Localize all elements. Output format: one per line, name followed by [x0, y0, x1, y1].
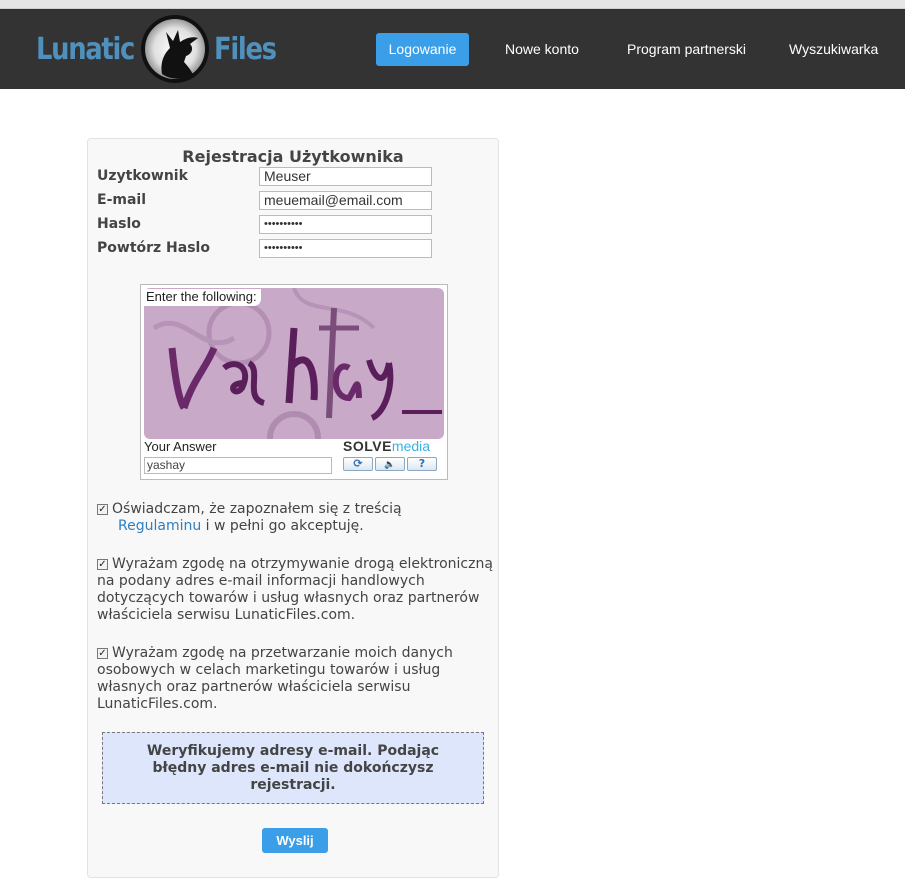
captcha-image	[144, 288, 444, 439]
nav-login-button[interactable]: Logowanie	[376, 33, 469, 66]
navbar: Lunatic Files Logowanie Nowe konto Progr…	[0, 9, 905, 89]
logo-text-lunatic: Lunatic	[36, 32, 135, 67]
consent-terms: ✓ Oświadczam, że zapoznałem się z treścią…	[97, 501, 493, 535]
site-logo[interactable]: Lunatic Files	[36, 14, 286, 84]
consent-terms-text-before: Oświadczam, że zapoznałem się z treścią	[112, 501, 402, 517]
consent-data-processing-text: Wyrażam zgodę na przetwarzanie moich dan…	[97, 645, 453, 712]
solvemedia-logo-media: media	[391, 438, 431, 454]
nav-new-account-link[interactable]: Nowe konto	[505, 33, 579, 66]
consent-marketing-email: ✓ Wyrażam zgodę na otrzymywanie drogą ele…	[97, 556, 493, 624]
email-input[interactable]: meuemail@email.com	[259, 191, 432, 210]
submit-button[interactable]: Wyslij	[262, 828, 328, 853]
speaker-icon: 🔈	[384, 460, 396, 470]
consent-data-processing: ✓ Wyrażam zgodę na przetwarzanie moich da…	[97, 645, 493, 713]
password-input[interactable]: ••••••••••	[259, 215, 432, 234]
captcha-help-button[interactable]: ?	[407, 457, 437, 471]
help-icon: ?	[418, 457, 426, 470]
consent-marketing-email-text: Wyrażam zgodę na otrzymywanie drogą elek…	[97, 556, 493, 623]
solvemedia-logo-solve: SOLVE	[343, 438, 392, 454]
captcha-refresh-button[interactable]: ⟳	[343, 457, 373, 471]
username-input[interactable]: Meuser	[259, 167, 432, 186]
browser-top-strip	[0, 0, 905, 9]
username-label: Uzytkownik	[97, 168, 188, 184]
refresh-icon: ⟳	[353, 457, 363, 470]
registration-panel: Rejestracja Użytkownika Uzytkownik Meuse…	[87, 138, 499, 878]
logo-text-files: Files	[214, 32, 277, 67]
captcha-prompt: Enter the following:	[144, 289, 261, 306]
captcha-audio-button[interactable]: 🔈	[375, 457, 405, 471]
captcha-answer-input[interactable]: yashay	[144, 457, 332, 474]
captcha-widget: Enter the following: Your Answer SOLVEme…	[140, 284, 448, 480]
wolf-logo-icon	[141, 15, 209, 83]
consent-data-processing-checkbox[interactable]: ✓	[97, 648, 108, 659]
password-label: Haslo	[97, 216, 141, 232]
consent-terms-text-after: i w pełni go akceptuję.	[205, 518, 364, 534]
password-repeat-input[interactable]: ••••••••••	[259, 239, 432, 258]
password-repeat-label: Powtórz Haslo	[97, 240, 210, 256]
email-label: E-mail	[97, 192, 147, 208]
email-verification-notice: Weryfikujemy adresy e-mail. Podając błęd…	[102, 732, 484, 804]
consent-marketing-email-checkbox[interactable]: ✓	[97, 559, 108, 570]
nav-search-link[interactable]: Wyszukiwarka	[789, 33, 878, 66]
captcha-answer-label: Your Answer	[144, 439, 217, 454]
terms-link[interactable]: Regulaminu	[118, 518, 201, 534]
consent-terms-checkbox[interactable]: ✓	[97, 504, 108, 515]
solvemedia-logo: SOLVEmedia	[343, 438, 430, 454]
form-title: Rejestracja Użytkownika	[182, 147, 404, 166]
nav-partner-program-link[interactable]: Program partnerski	[627, 33, 746, 66]
